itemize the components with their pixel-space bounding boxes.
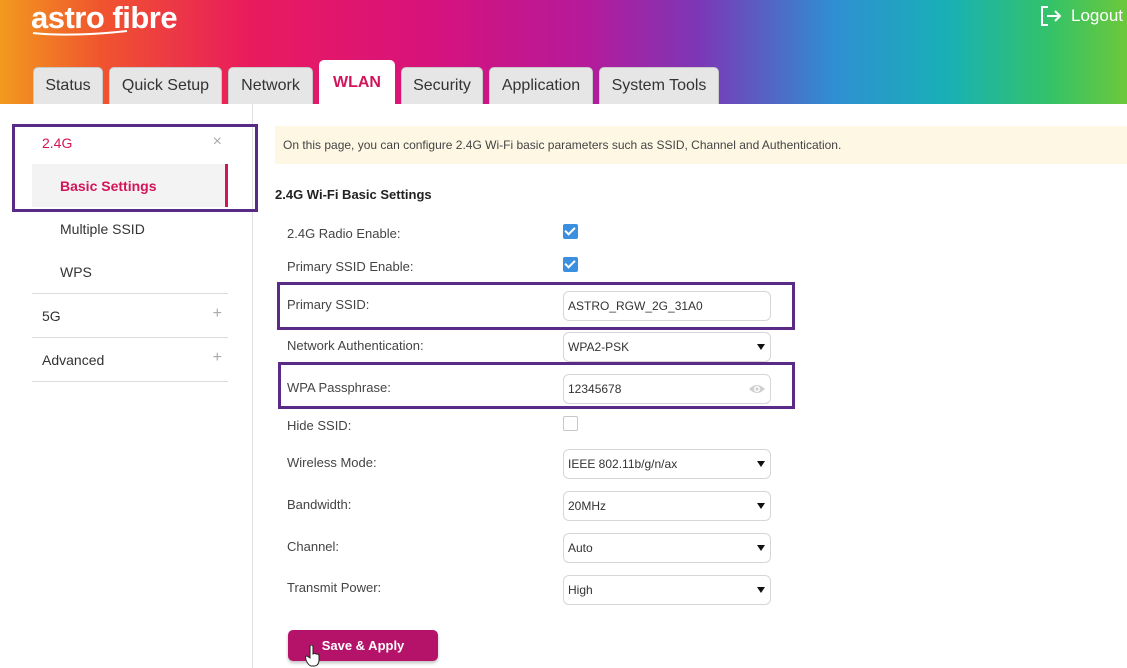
sidebar-group-label: 5G (42, 307, 61, 324)
wpa-passphrase-input[interactable]: 12345678 (563, 374, 771, 404)
primary-ssid-enable-label: Primary SSID Enable: (287, 259, 414, 274)
bandwidth-value: 20MHz (568, 499, 607, 513)
sidebar-item-basic-settings[interactable]: Basic Settings (32, 164, 228, 207)
wpa-passphrase-value: 12345678 (568, 382, 622, 396)
hand-cursor-icon (305, 645, 320, 667)
radio-enable-label: 2.4G Radio Enable: (287, 226, 401, 241)
logout-button[interactable]: Logout (1039, 4, 1123, 28)
info-banner: On this page, you can configure 2.4G Wi-… (275, 126, 1127, 164)
show-password-eye-icon[interactable] (748, 381, 766, 397)
expand-icon[interactable]: + (213, 349, 222, 367)
sidebar-group-5g[interactable]: 5G + (32, 294, 228, 338)
hide-ssid-checkbox[interactable] (563, 416, 578, 431)
collapse-icon[interactable]: × (213, 133, 222, 151)
chevron-down-icon (757, 587, 765, 593)
tab-wlan[interactable]: WLAN (319, 60, 395, 104)
logout-icon (1041, 6, 1062, 26)
sidebar: 2.4G × Basic Settings Multiple SSID WPS … (32, 122, 228, 382)
primary-ssid-enable-checkbox[interactable] (563, 257, 578, 272)
channel-value: Auto (568, 541, 593, 555)
wireless-mode-value: IEEE 802.11b/g/n/ax (568, 457, 678, 471)
sidebar-item-wps[interactable]: WPS (32, 250, 228, 294)
chevron-down-icon (757, 545, 765, 551)
bandwidth-label: Bandwidth: (287, 497, 352, 512)
network-auth-value: WPA2-PSK (568, 340, 630, 354)
transmit-power-select[interactable]: High (563, 575, 771, 605)
transmit-power-label: Transmit Power: (287, 580, 382, 595)
chevron-down-icon (757, 503, 765, 509)
tab-system-tools[interactable]: System Tools (599, 67, 719, 104)
expand-icon[interactable]: + (213, 305, 222, 323)
sidebar-item-multiple-ssid[interactable]: Multiple SSID (32, 207, 228, 250)
tab-application[interactable]: Application (489, 67, 593, 104)
tab-security[interactable]: Security (401, 67, 483, 104)
channel-label: Channel: (287, 539, 340, 554)
section-title: 2.4G Wi-Fi Basic Settings (275, 187, 432, 202)
primary-ssid-label: Primary SSID: (287, 297, 370, 312)
bandwidth-select[interactable]: 20MHz (563, 491, 771, 521)
header-banner: astro fibre Logout Status Quick Setup Ne… (0, 0, 1127, 104)
radio-enable-checkbox[interactable] (563, 224, 578, 239)
sidebar-group-label: Advanced (42, 351, 105, 368)
wireless-mode-select[interactable]: IEEE 802.11b/g/n/ax (563, 449, 771, 479)
sidebar-divider (252, 104, 253, 668)
sidebar-group-2-4g[interactable]: 2.4G × (32, 122, 228, 164)
logo-swoosh-icon (32, 30, 128, 36)
logout-label: Logout (1071, 6, 1123, 25)
network-auth-label: Network Authentication: (287, 338, 424, 353)
tab-quick-setup[interactable]: Quick Setup (109, 67, 222, 104)
network-auth-select[interactable]: WPA2-PSK (563, 332, 771, 362)
hide-ssid-label: Hide SSID: (287, 418, 352, 433)
wpa-passphrase-label: WPA Passphrase: (287, 380, 391, 395)
channel-select[interactable]: Auto (563, 533, 771, 563)
sidebar-group-label: 2.4G (42, 135, 73, 151)
transmit-power-value: High (568, 583, 593, 597)
wireless-mode-label: Wireless Mode: (287, 455, 377, 470)
primary-ssid-input[interactable]: ASTRO_RGW_2G_31A0 (563, 291, 771, 321)
primary-ssid-value: ASTRO_RGW_2G_31A0 (568, 299, 703, 313)
tab-network[interactable]: Network (228, 67, 313, 104)
chevron-down-icon (757, 344, 765, 350)
chevron-down-icon (757, 461, 765, 467)
tab-status[interactable]: Status (33, 67, 103, 104)
sidebar-group-advanced[interactable]: Advanced + (32, 338, 228, 382)
